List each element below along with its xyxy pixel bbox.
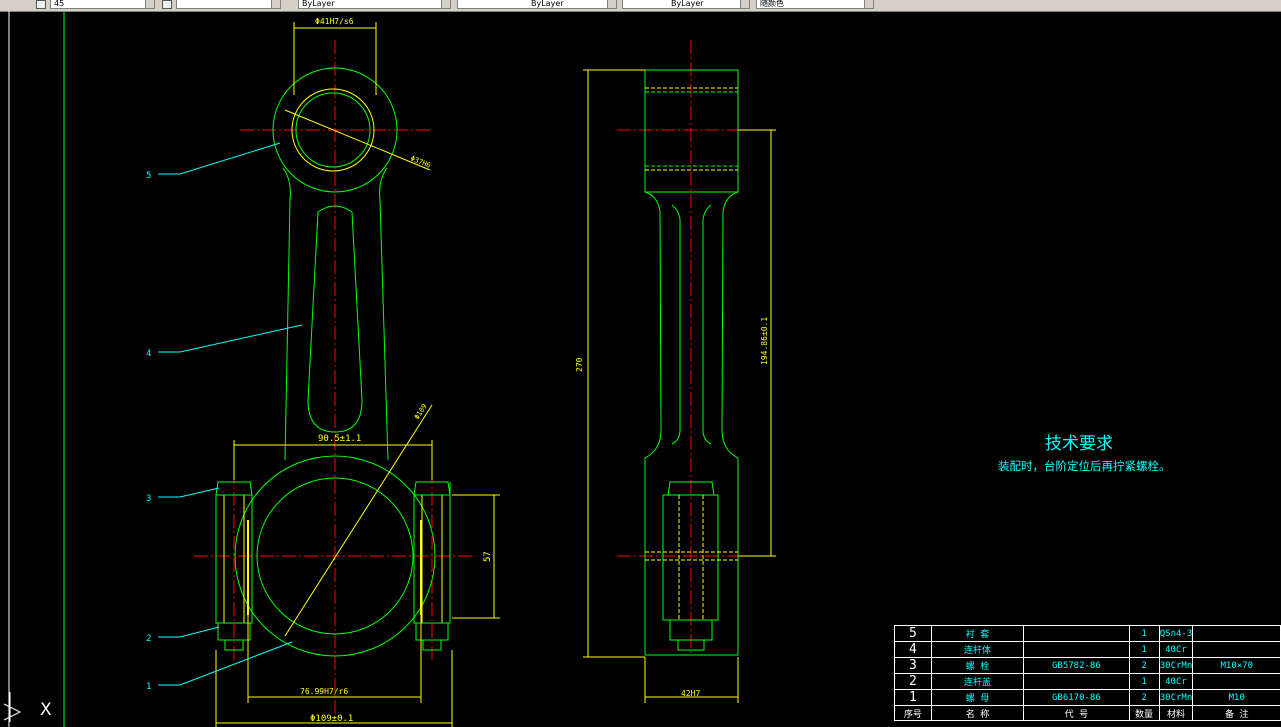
bom-header-material: 材料 <box>1158 705 1194 721</box>
side-view: 270 194.86±0.1 42H7 <box>575 40 776 703</box>
rod-side-right <box>721 191 739 459</box>
leader-line-5 <box>158 142 281 175</box>
bom-row: 4 连杆体 1 40Cr <box>894 641 1281 658</box>
bom-cell-code <box>1023 641 1130 658</box>
bom-cell-material: 40Cr <box>1158 641 1194 658</box>
rod-web-left <box>671 204 681 445</box>
drawing-canvas[interactable]: Φ41H7/s6 Φ37H6 90.5±1.1 Φ109 57 76.99H7/… <box>0 11 1281 727</box>
balloon-4: 4 <box>146 349 151 359</box>
bom-cell-note: M10×70 <box>1192 657 1281 674</box>
bom-cell-name: 连杆盖 <box>930 673 1025 690</box>
dim-text-big-end-outer: Φ109±0.1 <box>310 714 353 724</box>
chevron-down-icon <box>441 0 450 8</box>
layer-previous-icon[interactable] <box>162 0 172 9</box>
bom-cell-material: QSn4-3 <box>1158 625 1194 642</box>
chevron-down-icon <box>145 0 154 8</box>
chevron-down-icon <box>607 0 616 8</box>
bom-cell-qty: 2 <box>1128 657 1160 674</box>
bom-row: 5 衬 套 1 QSn4-3 <box>894 625 1281 642</box>
bom-cell-code: GB5782-86 <box>1023 657 1130 674</box>
balloon-2: 2 <box>146 634 151 644</box>
dim-text-bolt-height: 57 <box>483 551 493 562</box>
lineweight-dropdown[interactable]: ByLayer <box>622 0 750 9</box>
balloon-1: 1 <box>146 682 151 692</box>
leader-line-4 <box>158 324 303 353</box>
dim-text-big-end-dia: Φ109 <box>413 403 429 421</box>
bom-header-note: 备 注 <box>1192 705 1281 721</box>
bom-cell-code <box>1023 625 1130 642</box>
bom-row: 3 螺 栓 GB5782-86 2 30CrMn M10×70 <box>894 657 1281 674</box>
ucs-x-label: X <box>40 700 52 720</box>
ucs-icon <box>3 692 22 722</box>
color-dropdown[interactable]: ByLayer <box>298 0 451 9</box>
bom-table: 5 衬 套 1 QSn4-3 4 连杆体 1 40Cr 3 螺 栓 GB5782… <box>894 625 1281 721</box>
bom-cell-no: 2 <box>894 673 932 690</box>
bom-header-name: 名 称 <box>930 705 1025 721</box>
bom-cell-qty: 1 <box>1128 673 1160 690</box>
bom-cell-name: 螺 栓 <box>930 657 1025 674</box>
bom-cell-material: 30CrMn <box>1158 689 1194 706</box>
balloon-5: 5 <box>146 171 151 181</box>
bom-cell-name: 衬 套 <box>930 625 1025 642</box>
bom-cell-material: 40Cr <box>1158 673 1194 690</box>
chevron-down-icon <box>864 0 873 8</box>
bom-header-no: 序号 <box>894 705 932 721</box>
bom-row: 1 螺 母 GB6170-86 2 30CrMn M10 <box>894 689 1281 706</box>
layer-state-dropdown[interactable] <box>176 0 281 9</box>
bom-cell-qty: 1 <box>1128 641 1160 658</box>
bom-cell-no: 4 <box>894 641 932 658</box>
bom-cell-qty: 1 <box>1128 625 1160 642</box>
balloon-3: 3 <box>146 494 151 504</box>
bom-cell-name: 连杆体 <box>930 641 1025 658</box>
front-view: Φ41H7/s6 Φ37H6 90.5±1.1 Φ109 57 76.99H7/… <box>146 17 500 727</box>
bom-row: 2 连杆盖 1 40Cr <box>894 673 1281 690</box>
bom-header-code: 代 号 <box>1023 705 1130 721</box>
leader-line-3 <box>158 487 220 498</box>
rod-side-left <box>644 191 662 459</box>
tech-requirements-title: 技术要求 <box>1045 434 1113 454</box>
rod-outline-right <box>379 167 389 461</box>
layer-dropdown[interactable]: 45 <box>50 0 155 9</box>
bom-cell-qty: 2 <box>1128 689 1160 706</box>
rod-web-right <box>702 204 712 445</box>
dim-text-center-distance: 194.86±0.1 <box>760 317 769 365</box>
dim-text-overall-length: 270 <box>575 357 584 372</box>
bom-cell-code: GB6170-86 <box>1023 689 1130 706</box>
dim-text-small-end-bore: Φ41H7/s6 <box>315 17 354 26</box>
bom-cell-note <box>1192 625 1281 642</box>
bom-cell-name: 螺 母 <box>930 689 1025 706</box>
bom-cell-code <box>1023 673 1130 690</box>
dim-text-big-end-bore: 76.99H7/r6 <box>300 687 348 696</box>
chevron-down-icon <box>740 0 749 8</box>
layer-manager-icon[interactable] <box>36 0 46 9</box>
bom-header-qty: 数量 <box>1128 705 1160 721</box>
chevron-down-icon <box>271 0 280 8</box>
plotstyle-dropdown[interactable]: 随颜色 <box>756 0 874 9</box>
bom-cell-material: 30CrMn <box>1158 657 1194 674</box>
tech-requirements-text: 装配时，台阶定位后再拧紧螺栓。 <box>998 459 1171 473</box>
bom-cell-note <box>1192 641 1281 658</box>
bom-cell-no: 3 <box>894 657 932 674</box>
bom-cell-no: 5 <box>894 625 932 642</box>
bom-header-row: 序号 名 称 代 号 数量 材料 备 注 <box>894 705 1281 721</box>
linetype-dropdown[interactable]: ByLayer <box>457 0 617 9</box>
dim-text-small-end-outer: Φ37H6 <box>409 154 432 169</box>
bom-cell-note: M10 <box>1192 689 1281 706</box>
bom-cell-no: 1 <box>894 689 932 706</box>
bom-cell-note <box>1192 673 1281 690</box>
dim-text-bolt-distance: 90.5±1.1 <box>318 434 361 444</box>
dim-text-width: 42H7 <box>681 689 700 698</box>
leader-line-2 <box>158 626 220 638</box>
rod-outline-left <box>282 167 291 461</box>
